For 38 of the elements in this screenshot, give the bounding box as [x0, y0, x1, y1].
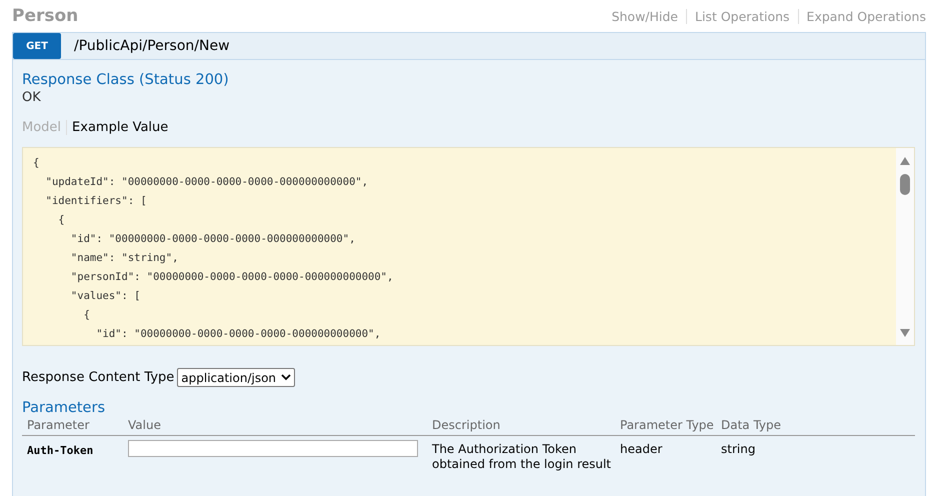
status-text: OK — [22, 90, 42, 105]
method-badge[interactable]: GET — [13, 33, 61, 59]
operation-bar[interactable]: GET /PublicApi/Person/New — [12, 32, 926, 60]
parameter-name: Auth-Token — [27, 443, 94, 457]
section-heading: Parameters — [22, 400, 106, 416]
field-label: Response Content Type — [22, 370, 174, 385]
code-line: "values": [ — [70, 289, 142, 304]
code-line: { — [82, 308, 91, 323]
code-line: "personId": "00000000-0000-0000-0000-000000000000", — [70, 270, 394, 285]
resource-title[interactable]: Person — [12, 6, 78, 26]
table-cell-text: string — [721, 441, 756, 457]
code-line: "updateId": "00000000-0000-0000-0000-000000000000", — [44, 175, 370, 190]
code-line: { — [33, 156, 40, 171]
column-header: Description — [432, 418, 502, 432]
code-line: { — [57, 213, 66, 228]
code-line: "id": "00000000-0000-0000-0000-000000000000", — [70, 232, 356, 247]
code-line: "identifiers": [ — [44, 194, 148, 209]
chevron-down-icon — [281, 374, 292, 381]
content-type-select[interactable]: application/json — [177, 368, 296, 387]
table-cell-text: header — [620, 441, 664, 457]
scrollbar[interactable] — [896, 148, 914, 345]
table-cell-text: The Authorization Token obtained from the login result — [432, 441, 612, 472]
header-link[interactable]: Expand Operations — [798, 8, 926, 24]
endpoint-path[interactable]: /PublicApi/Person/New — [74, 38, 230, 54]
code-line: "id": "00000000-0000-0000-0000-000000000000", — [95, 327, 382, 342]
column-header: Parameter Type — [620, 418, 715, 432]
scroll-down-icon[interactable] — [899, 328, 911, 338]
header-link[interactable]: List Operations — [686, 8, 798, 24]
section-heading: Response Class (Status 200) — [22, 72, 230, 88]
column-header: Parameter — [27, 418, 90, 432]
column-header: Data Type — [721, 418, 782, 432]
header-link[interactable]: Show/Hide — [604, 8, 686, 24]
value-input[interactable] — [128, 440, 418, 457]
scroll-up-icon[interactable] — [899, 156, 911, 166]
tab[interactable]: Example Value — [66, 120, 174, 134]
scroll-thumb[interactable] — [900, 174, 910, 195]
code-line: "name": "string", — [70, 251, 180, 266]
column-header: Value — [128, 418, 162, 432]
